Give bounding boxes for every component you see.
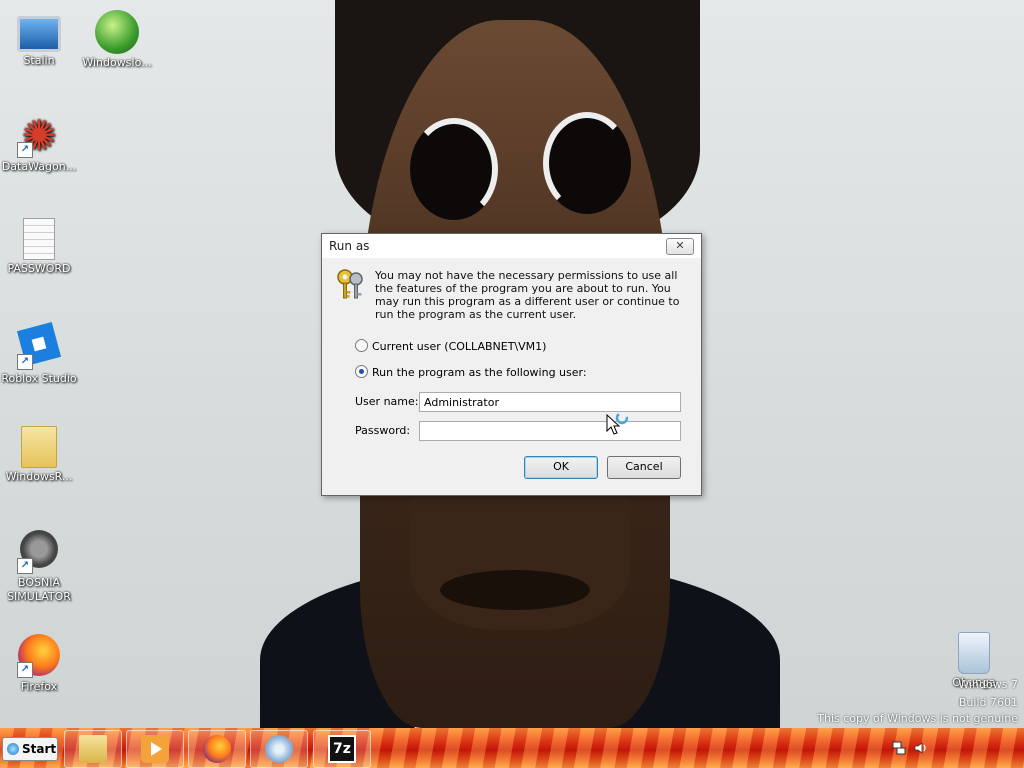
keys-icon	[337, 269, 363, 299]
desktop-icon-password[interactable]: PASSWORD	[1, 218, 77, 276]
radio-other-user-label: Run the program as the following user:	[372, 366, 587, 379]
desktop-icon-windowsr[interactable]: WindowsR...	[1, 426, 77, 484]
desktop-icon-datawagon[interactable]: ✺ ↗ DataWagon...	[1, 114, 77, 174]
mine-icon: ↗	[17, 530, 61, 574]
computer-icon	[17, 16, 61, 52]
network-icon[interactable]	[892, 741, 906, 755]
shortcut-arrow-icon: ↗	[17, 662, 33, 678]
desktop-icon-label: Roblox Studio	[1, 372, 77, 385]
watermark-genuine-notice: This copy of Windows is not genuine	[817, 712, 1018, 725]
run-as-dialog: Run as ✕ You may not have the necessary …	[321, 233, 702, 496]
start-button[interactable]: Start	[2, 737, 58, 761]
taskbar-control-panel[interactable]	[250, 730, 308, 768]
wallpaper-right-eye	[543, 112, 631, 214]
password-label: Password:	[355, 424, 411, 437]
watermark-edition: Windows 7	[958, 678, 1018, 691]
desktop-icon-label: Firefox	[20, 680, 58, 693]
text-document-icon	[23, 218, 55, 260]
desktop-icon-label: BOSNIA SIMULATOR	[7, 576, 71, 603]
desktop-icon-firefox[interactable]: ↗ Firefox	[1, 634, 77, 694]
windows-orb-icon	[7, 743, 19, 755]
star-app-icon: ✺ ↗	[17, 114, 61, 158]
shortcut-arrow-icon: ↗	[17, 142, 33, 158]
taskbar-7zip[interactable]: 7z	[313, 730, 371, 768]
7zip-icon: 7z	[328, 735, 356, 763]
file-explorer-icon	[79, 735, 107, 763]
taskbar-file-explorer[interactable]	[64, 730, 122, 768]
wallpaper-left-eye	[410, 118, 498, 220]
radio-current-user[interactable]: Current user (COLLABNET\VM1)	[355, 339, 546, 353]
desktop-icon-roblox-studio[interactable]: ↗ Roblox Studio	[1, 321, 77, 386]
radio-button-selected[interactable]	[355, 365, 368, 378]
wallpaper-mouth	[440, 570, 590, 610]
dialog-title: Run as	[329, 239, 370, 253]
radio-button[interactable]	[355, 339, 368, 352]
busy-cursor-icon	[606, 413, 628, 435]
close-button[interactable]: ✕	[666, 238, 694, 255]
desktop-icon-label: Stalin	[23, 54, 55, 67]
desktop-icon-label: DataWagon...	[1, 160, 77, 173]
dialog-titlebar[interactable]: Run as ✕	[322, 234, 701, 258]
username-label: User name:	[355, 395, 419, 408]
radio-other-user[interactable]: Run the program as the following user:	[355, 365, 587, 379]
start-label: Start	[22, 742, 57, 756]
desktop-icon-bosnia-simulator[interactable]: ↗ BOSNIA SIMULATOR	[1, 530, 77, 604]
folder-icon	[21, 426, 57, 468]
desktop-icon-windowsio[interactable]: WindowsIo...	[79, 10, 155, 70]
windows-globe-icon	[95, 10, 139, 54]
desktop-icon-label: WindowsIo...	[82, 56, 152, 69]
firefox-icon	[203, 735, 231, 763]
roblox-studio-icon: ↗	[16, 321, 62, 370]
volume-icon[interactable]	[914, 741, 928, 755]
media-player-icon	[141, 735, 169, 763]
username-field[interactable]: Administrator	[419, 392, 681, 412]
taskbar-firefox[interactable]	[188, 730, 246, 768]
close-icon: ✕	[675, 239, 685, 252]
cancel-button[interactable]: Cancel	[607, 456, 681, 479]
ok-button[interactable]: OK	[524, 456, 598, 479]
shortcut-arrow-icon: ↗	[17, 354, 33, 370]
taskbar-media-player[interactable]	[126, 730, 184, 768]
firefox-icon: ↗	[17, 634, 61, 678]
control-panel-icon	[265, 735, 293, 763]
desktop-icon-label: WindowsR...	[5, 470, 73, 483]
desktop-icon-label: PASSWORD	[7, 262, 71, 275]
shortcut-arrow-icon: ↗	[17, 558, 33, 574]
password-field[interactable]	[419, 421, 681, 441]
radio-current-user-label: Current user (COLLABNET\VM1)	[372, 340, 547, 353]
taskbar: Start 7z	[0, 728, 1024, 768]
permissions-message: You may not have the necessary permissio…	[375, 269, 680, 321]
recycle-bin-icon	[958, 632, 990, 674]
watermark-build: Build 7601	[958, 696, 1018, 709]
desktop-icon-stalin[interactable]: Stalin	[1, 10, 77, 68]
